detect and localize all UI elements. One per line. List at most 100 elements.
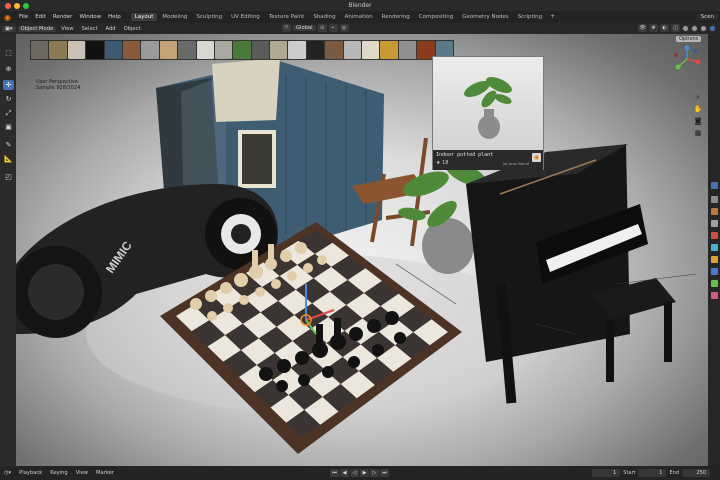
scale-icon[interactable]: ⤢ (3, 108, 14, 118)
gizmo-toggle-icon[interactable]: ✥ (649, 24, 658, 32)
asset-thumbnail[interactable] (178, 41, 196, 59)
add-menu[interactable]: Add (103, 26, 119, 32)
annotate-icon[interactable]: ✎ (3, 140, 14, 150)
current-frame-field[interactable]: 1 (592, 469, 621, 477)
prev-keyframe-icon[interactable]: ◀ (340, 469, 349, 477)
zoom-icon[interactable]: ⌕ (693, 92, 703, 102)
output-properties-icon[interactable] (711, 208, 718, 215)
tab-shading[interactable]: Shading (309, 13, 339, 21)
pivot-point-icon[interactable]: ⊙ (317, 24, 327, 32)
editor-type-dropdown[interactable]: ▣▾ (2, 25, 16, 32)
tab-sculpting[interactable]: Sculpting (192, 13, 226, 21)
add-workspace-button[interactable]: + (547, 13, 558, 21)
asset-thumbnail[interactable] (270, 41, 288, 59)
scene-selector[interactable]: Scen (696, 14, 718, 20)
select-menu[interactable]: Select (79, 26, 101, 32)
asset-thumbnail[interactable] (86, 41, 104, 59)
select-box-icon[interactable]: ⬚ (3, 48, 14, 58)
asset-thumbnail[interactable] (251, 41, 270, 59)
asset-thumbnail[interactable] (233, 41, 251, 59)
jump-end-icon[interactable]: ⏭ (380, 469, 389, 477)
asset-thumbnail[interactable] (159, 41, 178, 59)
jump-start-icon[interactable]: ⏮ (330, 469, 339, 477)
tab-geometry-nodes[interactable]: Geometry Nodes (458, 13, 512, 21)
object-properties-icon[interactable] (711, 256, 718, 263)
asset-thumbnail[interactable] (325, 41, 343, 59)
asset-thumbnail[interactable] (122, 41, 141, 59)
asset-thumbnail[interactable] (49, 41, 67, 59)
timeline-editor-icon[interactable]: ◷▾ (4, 470, 14, 476)
measure-icon[interactable]: 📐 (3, 154, 14, 164)
keying-menu[interactable]: Keying (47, 470, 70, 476)
tab-modeling[interactable]: Modeling (158, 13, 191, 21)
asset-thumbnail[interactable] (306, 41, 325, 59)
visibility-icon[interactable]: 👁 (638, 24, 647, 32)
tab-animation[interactable]: Animation (341, 13, 377, 21)
mode-dropdown[interactable]: Object Mode (17, 25, 57, 32)
options-dropdown[interactable]: Options (676, 36, 702, 42)
tab-texture-paint[interactable]: Texture Paint (265, 13, 309, 21)
render-properties-icon[interactable] (711, 196, 718, 203)
transform-orientation-icon[interactable]: ⤧ (282, 24, 291, 32)
next-keyframe-icon[interactable]: ▷ (370, 469, 379, 477)
world-properties-icon[interactable] (711, 244, 718, 251)
wireframe-shading-button[interactable] (682, 24, 689, 32)
camera-icon[interactable]: ◙ (693, 116, 703, 126)
view-menu[interactable]: View (58, 26, 76, 32)
object-menu[interactable]: Object (121, 26, 144, 32)
rotate-icon[interactable]: ↻ (3, 94, 14, 104)
asset-thumbnail[interactable] (104, 41, 122, 59)
cursor-icon[interactable]: ⊕ (3, 64, 14, 74)
play-reverse-icon[interactable]: ◁ (350, 469, 359, 477)
proportional-edit-icon[interactable]: ◎ (339, 24, 349, 32)
menu-file[interactable]: File (16, 14, 31, 20)
transform-icon[interactable]: ▣ (3, 122, 14, 132)
material-shading-button[interactable] (700, 24, 707, 32)
tab-uv-editing[interactable]: UV Editing (227, 13, 264, 21)
menu-help[interactable]: Help (105, 14, 124, 20)
menu-edit[interactable]: Edit (32, 14, 49, 20)
rendered-shading-button[interactable] (709, 24, 716, 32)
add-cube-icon[interactable]: ◰ (3, 172, 14, 182)
blender-logo-icon[interactable]: ◉ (4, 13, 11, 22)
marker-menu[interactable]: Marker (93, 470, 117, 476)
asset-thumbnail[interactable] (343, 41, 362, 59)
move-icon[interactable]: ✛ (3, 80, 14, 90)
xray-icon[interactable]: ◫ (671, 24, 680, 32)
material-properties-icon[interactable] (711, 292, 718, 299)
play-icon[interactable]: ▶ (360, 469, 369, 477)
start-frame-field[interactable]: 1 (638, 469, 667, 477)
3d-viewport[interactable]: MIMIC User Perspective Sample 928/1024 (16, 34, 708, 466)
overlays-icon[interactable]: ◐ (660, 24, 669, 32)
tab-compositing[interactable]: Compositing (415, 13, 457, 21)
tab-rendering[interactable]: Rendering (378, 13, 414, 21)
navigation-gizmo[interactable] (673, 45, 701, 73)
timeline-view-menu[interactable]: View (73, 470, 91, 476)
scene-properties-icon[interactable] (711, 232, 718, 239)
end-frame-field[interactable]: 250 (682, 469, 710, 477)
transform-orientation-dropdown[interactable]: Global (293, 25, 316, 31)
asset-preview-card[interactable]: Indoor potted plant ★ 18 by Aron Bernd ◉ (432, 56, 544, 170)
view-layer-icon[interactable] (711, 220, 718, 227)
playback-menu[interactable]: Playback (16, 470, 45, 476)
snap-icon[interactable]: ⌁ (328, 24, 338, 32)
tab-layout[interactable]: Layout (130, 13, 158, 21)
asset-thumbnail[interactable] (67, 41, 86, 59)
asset-thumbnail[interactable] (31, 41, 49, 59)
menu-window[interactable]: Window (76, 14, 104, 20)
asset-thumbnail[interactable] (398, 41, 417, 59)
data-properties-icon[interactable] (711, 280, 718, 287)
tab-scripting[interactable]: Scripting (514, 13, 546, 21)
asset-thumbnail[interactable] (196, 41, 214, 59)
asset-thumbnail[interactable] (362, 41, 380, 59)
modifier-properties-icon[interactable] (711, 268, 718, 275)
asset-thumbnail[interactable] (141, 41, 159, 59)
asset-thumbnail[interactable] (214, 41, 233, 59)
asset-thumbnail[interactable] (288, 41, 306, 59)
grid-icon[interactable]: ▦ (693, 128, 703, 138)
tool-properties-icon[interactable] (711, 182, 718, 189)
hand-icon[interactable]: ✋ (693, 104, 703, 114)
menu-render[interactable]: Render (50, 14, 76, 20)
asset-thumbnail[interactable] (380, 41, 398, 59)
solid-shading-button[interactable] (691, 24, 698, 32)
